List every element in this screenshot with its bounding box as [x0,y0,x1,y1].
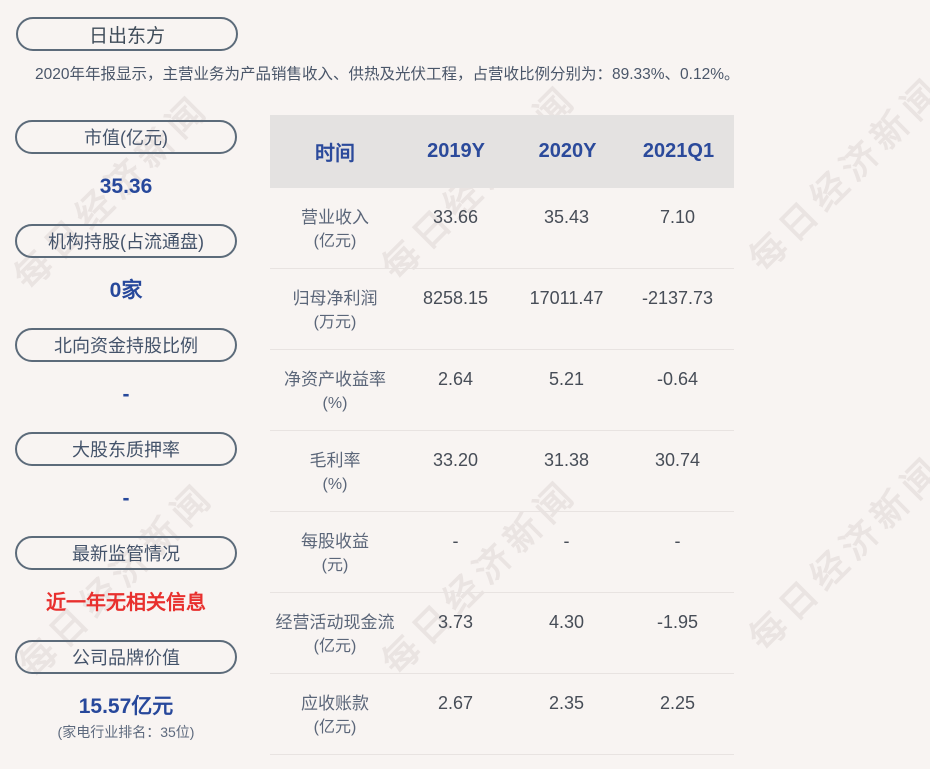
metric-name: 应收账款 [301,694,369,713]
table-header-time: 时间 [315,143,355,165]
metric-label-pill: 机构持股(占流通盘) [15,224,237,258]
metric-value-2021q1: -0.64 [656,369,699,389]
metric-unit: (%) [322,395,348,412]
metric-unit: (元) [321,557,349,574]
sidebar-metric: 最新监管情况 近一年无相关信息 [15,536,237,640]
watermark-text: 每日经济新闻 [741,68,930,280]
metric-label-cell: 每股收益 (元) [270,529,400,578]
financial-table: 时间 2019Y 2020Y 2021Q1 营业收入 (亿元) 33.66 35… [270,115,734,755]
metric-label: 大股东质押率 [72,440,180,460]
metric-label: 机构持股(占流通盘) [48,232,204,252]
sidebar-item-value: 近一年无相关信息 [46,592,206,614]
table-row: 每股收益 (元) - - - [270,512,734,593]
sidebar-metric: 机构持股(占流通盘) 0家 [15,224,237,328]
table-row: 净资产收益率 (%) 2.64 5.21 -0.64 [270,350,734,431]
table-body: 营业收入 (亿元) 33.66 35.43 7.10 归母净利润 (万元) 82… [270,188,734,755]
sidebar-metric: 公司品牌价值 15.57亿元 (家电行业排名：35位) [15,640,237,744]
metric-value-wrap: - [15,485,237,513]
table-row: 毛利率 (%) 33.20 31.38 30.74 [270,431,734,512]
table-header-2020: 2020Y [538,140,597,162]
metric-value-2019: - [452,531,459,551]
metric-label-cell: 经营活动现金流 (亿元) [270,610,400,659]
metric-label-pill: 市值(亿元) [15,120,237,154]
business-description: 2020年年报显示，主营业务为产品销售收入、供热及光伏工程，占营收比例分别为：8… [35,66,740,83]
metric-value-2020: 5.21 [548,369,585,389]
metric-value-wrap: 35.36 [15,173,237,201]
metric-name: 营业收入 [301,208,369,227]
metric-value-wrap: 近一年无相关信息 [15,589,237,617]
metric-label: 最新监管情况 [72,544,180,564]
metric-unit: (亿元) [313,638,357,655]
table-header-row: 时间 2019Y 2020Y 2021Q1 [270,115,734,188]
metric-value-2021q1: -1.95 [656,612,699,632]
sidebar-metric: 大股东质押率 - [15,432,237,536]
metric-name: 毛利率 [309,451,361,470]
metric-value-2020: 4.30 [548,612,585,632]
table-row: 经营活动现金流 (亿元) 3.73 4.30 -1.95 [270,593,734,674]
metric-label-cell: 营业收入 (亿元) [270,205,400,254]
metric-value-2019: 33.66 [432,207,479,227]
metric-value-2019: 33.20 [432,450,479,470]
sidebar-metric: 市值(亿元) 35.36 [15,120,237,224]
metric-value-2020: - [563,531,570,551]
watermark-text: 每日经济新闻 [741,447,930,659]
company-name-pill: 日出东方 [16,17,238,51]
sidebar-item-value: 15.57亿元 [78,695,174,718]
metric-label-pill: 最新监管情况 [15,536,237,570]
metric-value-2021q1: 2.25 [659,693,696,713]
metric-label: 公司品牌价值 [72,648,180,668]
metric-label-pill: 北向资金持股比例 [15,328,237,362]
table-row: 归母净利润 (万元) 8258.15 17011.47 -2137.73 [270,269,734,350]
sidebar-item-value: 35.36 [99,175,153,198]
metric-name: 净资产收益率 [284,370,386,389]
metric-label-pill: 大股东质押率 [15,432,237,466]
metric-value-wrap: - [15,381,237,409]
metric-unit: (万元) [313,314,357,331]
metric-unit: (亿元) [313,719,357,736]
metric-value-2020: 31.38 [543,450,590,470]
metric-value-2021q1: 7.10 [659,207,696,227]
metric-label-pill: 公司品牌价值 [15,640,237,674]
news-card: 每日经济新闻 每日经济新闻 每日经济新闻 每日经济新闻 每日经济新闻 每日经济新… [0,0,930,769]
metric-unit: (%) [322,476,348,493]
metric-unit: (亿元) [313,233,357,250]
sidebar-metric: 北向资金持股比例 - [15,328,237,432]
table-header-2021q1: 2021Q1 [642,140,715,162]
metric-label-cell: 净资产收益率 (%) [270,367,400,416]
metric-name: 经营活动现金流 [275,613,395,632]
sidebar-item-value: - [122,487,130,510]
metric-label-cell: 归母净利润 (万元) [270,286,400,335]
metric-label-cell: 应收账款 (亿元) [270,691,400,740]
metric-value-2020: 17011.47 [529,288,604,308]
metric-value-2021q1: 30.74 [654,450,701,470]
metric-sub-value: (家电行业排名：35位) [57,724,195,740]
table-header-2019: 2019Y [427,140,485,162]
metric-value-2021q1: - [674,531,681,551]
metric-value-2021q1: -2137.73 [641,288,714,308]
table-row: 营业收入 (亿元) 33.66 35.43 7.10 [270,188,734,269]
metric-value-2020: 35.43 [543,207,590,227]
metric-value-2019: 3.73 [437,612,474,632]
metric-value-wrap: 15.57亿元 (家电行业排名：35位) [15,693,237,742]
metric-sidebar: 市值(亿元) 35.36 机构持股(占流通盘) 0家 北向资金持股比例 - 大股… [15,120,237,744]
metric-label: 市值(亿元) [84,128,168,148]
metric-value-2019: 2.64 [437,369,474,389]
metric-value-2020: 2.35 [548,693,585,713]
metric-value-2019: 2.67 [437,693,474,713]
table-row: 应收账款 (亿元) 2.67 2.35 2.25 [270,674,734,755]
metric-value-2019: 8258.15 [422,288,489,308]
metric-value-wrap: 0家 [15,277,237,305]
metric-name: 每股收益 [301,532,369,551]
metric-label: 北向资金持股比例 [54,336,198,356]
sidebar-item-value: - [122,383,130,406]
company-name: 日出东方 [88,25,165,47]
sidebar-item-value: 0家 [109,279,143,302]
metric-name: 归母净利润 [292,289,378,308]
metric-label-cell: 毛利率 (%) [270,448,400,497]
